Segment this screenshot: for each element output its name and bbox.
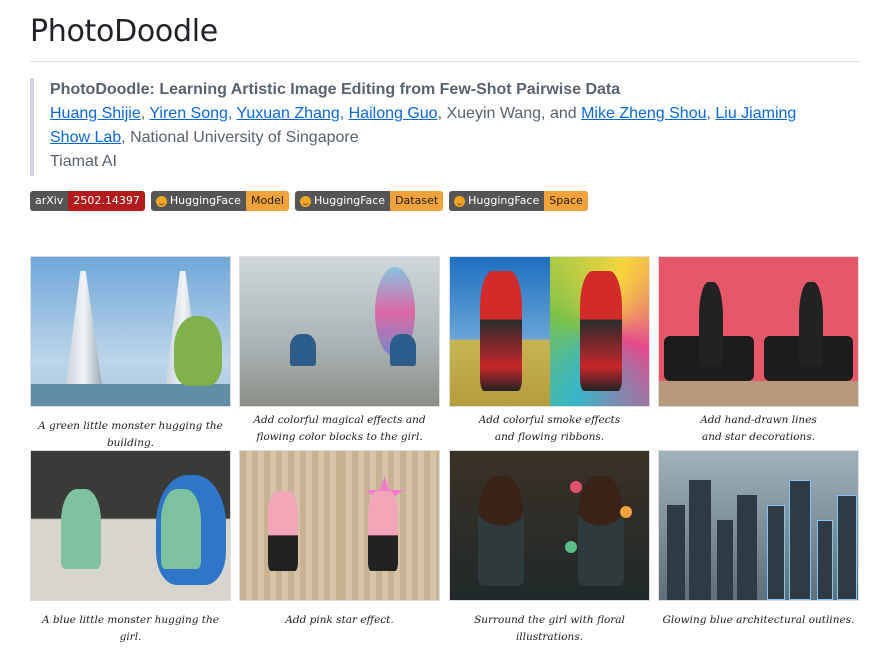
output-image [339, 451, 439, 600]
paper-info-blockquote: PhotoDoodle: Learning Artistic Image Edi… [30, 78, 830, 176]
example-image-pair [30, 450, 231, 601]
example-caption: Add pink star effect. [285, 614, 394, 626]
output-image [130, 257, 230, 406]
author-link[interactable]: Mike Zheng Shou [581, 105, 706, 122]
example-caption: Surround the girl with floral illustrati… [474, 614, 625, 643]
output-image [549, 451, 649, 600]
author-link[interactable]: Liu Jiaming [715, 105, 796, 122]
input-image [240, 257, 340, 406]
author-link[interactable]: Yuxuan Zhang [237, 105, 340, 122]
author-list: Huang Shijie, Yiren Song, Yuxuan Zhang, … [50, 105, 797, 122]
affiliation-link[interactable]: Show Lab [50, 129, 121, 146]
author-link[interactable]: Yiren Song [149, 105, 228, 122]
example-caption: Glowing blue architectural outlines. [662, 614, 855, 626]
input-image [450, 257, 550, 406]
hf-space-badge[interactable]: HuggingFace Space [449, 191, 588, 211]
example-caption: Add colorful magical effects and flowing … [253, 414, 426, 443]
example-image-pair [239, 450, 440, 601]
output-image [339, 257, 439, 406]
output-image [130, 451, 230, 600]
hf-model-badge[interactable]: HuggingFace Model [150, 191, 289, 211]
page-title: PhotoDoodle [30, 14, 218, 49]
example-image-pair [449, 256, 650, 407]
input-image [659, 451, 759, 600]
example-image-pair [658, 450, 859, 601]
output-image [758, 257, 858, 406]
hf-dataset-badge[interactable]: HuggingFace Dataset [294, 191, 444, 211]
huggingface-icon [155, 195, 167, 207]
badge-row: arXiv 2502.14397 HuggingFace Model Huggi… [30, 191, 588, 211]
input-image [31, 257, 131, 406]
author-link[interactable]: Hailong Guo [349, 105, 438, 122]
output-image [758, 451, 858, 600]
arxiv-badge[interactable]: arXiv 2502.14397 [30, 191, 145, 211]
input-image [31, 451, 131, 600]
example-image-pair [239, 256, 440, 407]
input-image [450, 451, 550, 600]
title-divider [30, 61, 860, 62]
output-image [549, 257, 649, 406]
paper-title: PhotoDoodle: Learning Artistic Image Edi… [50, 81, 621, 98]
example-image-pair [30, 256, 231, 407]
affiliation-line: Show Lab, National University of Singapo… [50, 129, 359, 146]
input-image [659, 257, 759, 406]
example-image-pair [449, 450, 650, 601]
example-caption: A blue little monster hugging the girl. [42, 614, 219, 643]
example-caption: A green little monster hugging the build… [38, 420, 223, 449]
input-image [240, 451, 340, 600]
huggingface-icon [299, 195, 311, 207]
example-caption: Add colorful smoke effects and flowing ri… [478, 414, 621, 443]
example-caption: Add hand-drawn lines and star decorations… [700, 414, 817, 443]
example-image-pair [658, 256, 859, 407]
huggingface-icon [454, 195, 466, 207]
affiliation-line-2: Tiamat AI [50, 153, 117, 170]
author-name: Xueyin Wang [446, 105, 542, 122]
author-link[interactable]: Huang Shijie [50, 105, 141, 122]
